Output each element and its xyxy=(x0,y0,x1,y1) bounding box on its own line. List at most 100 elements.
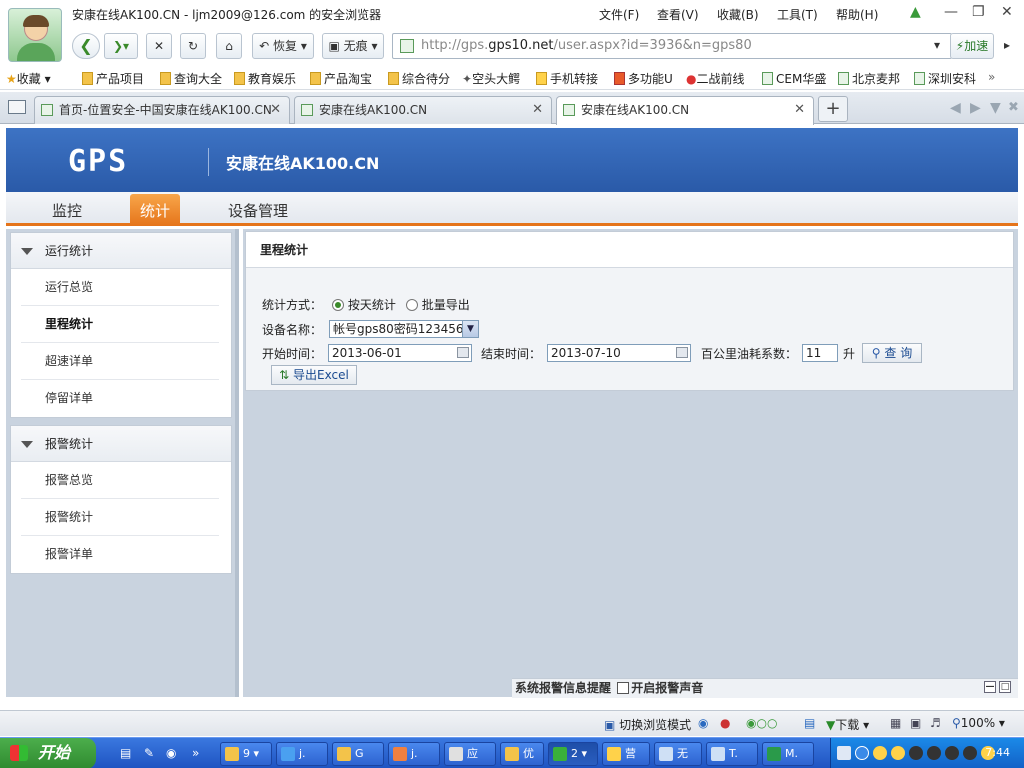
task-button[interactable]: 无 xyxy=(654,742,702,766)
end-time-input[interactable]: 2013-07-10 xyxy=(547,344,691,362)
tab-3-active[interactable]: 安康在线AK100.CN ✕ xyxy=(556,96,814,125)
sidebar-toggle-icon[interactable] xyxy=(8,100,26,114)
sidebar-item-operation-overview[interactable]: 运行总览 xyxy=(21,269,219,306)
tab-close-icon[interactable]: ✕ xyxy=(270,97,281,123)
query-button[interactable]: ⚲ 查 询 xyxy=(862,343,922,363)
favorite-item[interactable]: 产品项目 xyxy=(82,70,144,87)
favorite-item[interactable]: 教育娱乐 xyxy=(234,70,296,87)
calendar-icon[interactable] xyxy=(457,347,469,358)
task-button[interactable]: 营 xyxy=(602,742,650,766)
home-button[interactable]: ⌂ xyxy=(216,33,242,59)
fuel-coefficient-input[interactable]: 11 xyxy=(802,344,838,362)
task-button[interactable]: G xyxy=(332,742,384,766)
speedup-button[interactable]: ⚡加速 xyxy=(950,33,994,59)
calendar-icon[interactable] xyxy=(676,347,688,358)
qq-icon[interactable] xyxy=(963,746,977,760)
sidebar-item-mileage-stats[interactable]: 里程统计 xyxy=(21,306,219,343)
sidebar-section-header[interactable]: 运行统计 xyxy=(11,233,231,269)
sidebar-section-header[interactable]: 报警统计 xyxy=(11,426,231,462)
task-button[interactable]: T. xyxy=(706,742,758,766)
qq-icon[interactable] xyxy=(891,746,905,760)
volume-icon[interactable]: ♬ xyxy=(930,716,941,730)
favorite-item[interactable]: 多功能U xyxy=(614,70,673,87)
radio-batch-export[interactable] xyxy=(405,299,418,311)
image-icon[interactable]: ▣ xyxy=(910,716,921,730)
menu-help[interactable]: 帮助(H) xyxy=(836,6,878,23)
quicklaunch-icon[interactable]: ✎ xyxy=(144,746,154,760)
favorite-item[interactable]: CEM华盛 xyxy=(762,70,826,87)
menu-view[interactable]: 查看(V) xyxy=(657,6,699,23)
sidebar-item-alarm-detail[interactable]: 报警详单 xyxy=(21,536,219,573)
tab-2[interactable]: 安康在线AK100.CN ✕ xyxy=(294,96,552,124)
ie-icon[interactable]: ◉ xyxy=(698,716,708,730)
sidebar-item-stop-detail[interactable]: 停留详单 xyxy=(21,380,219,417)
favorites-menu[interactable]: ★收藏 ▾ xyxy=(6,70,51,87)
restore-button[interactable]: ↶ 恢复 ▾ xyxy=(252,33,314,59)
alarm-sound-checkbox[interactable] xyxy=(617,682,630,694)
new-tab-button[interactable]: + xyxy=(818,96,848,122)
menu-tools[interactable]: 工具(T) xyxy=(777,6,818,23)
address-dropdown-icon[interactable]: ▾ xyxy=(928,33,946,59)
nav-statistics[interactable]: 统计 xyxy=(130,194,181,226)
favorite-item[interactable]: 手机转接 xyxy=(536,70,598,87)
sidebar-item-speeding-detail[interactable]: 超速详单 xyxy=(21,343,219,380)
sidebar-item-alarm-stats[interactable]: 报警统计 xyxy=(21,499,219,536)
favorite-item[interactable]: 查询大全 xyxy=(160,70,222,87)
download-button[interactable]: ▼下载 ▾ xyxy=(826,716,869,733)
quicklaunch-more-icon[interactable]: » xyxy=(192,746,199,760)
tab-close-icon[interactable]: ✕ xyxy=(794,97,805,123)
qq-icon[interactable] xyxy=(873,746,887,760)
export-excel-button[interactable]: ⇅ 导出Excel xyxy=(271,365,357,385)
clean-icon[interactable]: ▦ xyxy=(890,716,901,730)
favorite-item[interactable]: 北京麦邦 xyxy=(838,70,900,87)
address-bar[interactable]: http://gps.gps10.net/user.aspx?id=3936&n… xyxy=(392,33,952,59)
security-icon[interactable]: ● xyxy=(720,716,730,730)
tab-1[interactable]: 首页-位置安全-中国安康在线AK100.CN ✕ xyxy=(34,96,290,124)
task-button[interactable]: M. xyxy=(762,742,814,766)
forward-button[interactable]: ❯▾ xyxy=(104,33,138,59)
switch-browse-mode[interactable]: ▣ 切换浏览模式 xyxy=(604,716,691,733)
tab-scroll-right-icon[interactable]: ▶ xyxy=(970,100,981,116)
quicklaunch-icon[interactable]: ◉ xyxy=(166,746,176,760)
device-select[interactable]: 帐号gps80密码123456 ▼ xyxy=(329,320,479,338)
nav-monitor[interactable]: 监控 xyxy=(52,200,82,221)
qq-icon[interactable] xyxy=(927,746,941,760)
nav-device-management[interactable]: 设备管理 xyxy=(228,200,288,221)
qq-icon[interactable] xyxy=(909,746,923,760)
favorite-item[interactable]: ✦空头大鳄 xyxy=(462,70,520,87)
minimize-icon[interactable]: — xyxy=(984,681,996,693)
favorite-item[interactable]: 产品淘宝 xyxy=(310,70,372,87)
incognito-button[interactable]: ▣ 无痕 ▾ xyxy=(322,33,384,59)
minimize-icon[interactable]: — xyxy=(944,4,958,20)
quicklaunch-icon[interactable]: ▤ xyxy=(120,746,131,760)
menu-favorites[interactable]: 收藏(B) xyxy=(717,6,759,23)
start-button[interactable]: 开始 xyxy=(0,738,96,768)
close-icon[interactable]: ✕ xyxy=(1001,4,1013,20)
zoom-control[interactable]: ⚲100% ▾ xyxy=(952,716,1005,730)
toggle-icon[interactable]: ◉○○ xyxy=(746,716,777,730)
task-button[interactable]: 9 ▾ xyxy=(220,742,272,766)
restore-icon[interactable]: □ xyxy=(999,681,1011,693)
task-button[interactable]: j. xyxy=(276,742,328,766)
skin-icon[interactable]: ▲ xyxy=(910,4,921,20)
user-avatar[interactable] xyxy=(8,8,62,62)
qq-icon[interactable] xyxy=(945,746,959,760)
tray-expand-icon[interactable] xyxy=(855,746,869,760)
favorite-item[interactable]: ●二战前线 xyxy=(686,70,745,87)
task-button[interactable]: 优 xyxy=(500,742,544,766)
task-button-active[interactable]: 2 ▾ xyxy=(548,742,598,766)
task-button[interactable]: j. xyxy=(388,742,440,766)
favorites-more-icon[interactable]: » xyxy=(988,70,995,84)
tab-close-icon[interactable]: ✕ xyxy=(532,97,543,123)
start-time-input[interactable]: 2013-06-01 xyxy=(328,344,472,362)
favorite-item[interactable]: 综合待分 xyxy=(388,70,450,87)
sidebar-item-alarm-overview[interactable]: 报警总览 xyxy=(21,462,219,499)
stop-button[interactable]: ✕ xyxy=(146,33,172,59)
refresh-button[interactable]: ↻ xyxy=(180,33,206,59)
screenshot-icon[interactable]: ▤ xyxy=(804,716,815,730)
menu-file[interactable]: 文件(F) xyxy=(599,6,639,23)
radio-by-day[interactable] xyxy=(331,299,344,311)
task-button[interactable]: 应 xyxy=(444,742,496,766)
tab-scroll-left-icon[interactable]: ◀ xyxy=(950,100,961,116)
toolbar-more-icon[interactable]: ▸ xyxy=(998,33,1016,59)
